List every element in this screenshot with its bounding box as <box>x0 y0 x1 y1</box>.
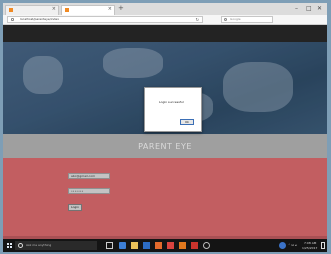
minimize-icon[interactable]: – <box>295 4 298 13</box>
site-info-icon[interactable] <box>11 18 14 21</box>
close-window-icon[interactable]: ✕ <box>317 4 322 13</box>
store-icon[interactable] <box>143 242 150 249</box>
clock-date[interactable]: 1/25/2017 <box>302 246 317 250</box>
close-tab-icon[interactable]: × <box>52 6 56 13</box>
task-view-icon[interactable] <box>106 242 113 249</box>
taskbar-search[interactable]: Ask me anything <box>15 241 97 250</box>
cortana-icon <box>18 243 23 248</box>
app-icon-red[interactable] <box>167 242 174 249</box>
search-icon <box>224 18 227 21</box>
browser-tab-2[interactable]: × <box>61 5 115 15</box>
edge-icon[interactable] <box>119 242 126 249</box>
tray-icons[interactable]: ⌃ ⊡ ◂ <box>288 243 296 247</box>
maximize-icon[interactable]: □ <box>306 4 312 13</box>
tab-favicon-icon <box>65 8 69 12</box>
app-icon-darkred[interactable] <box>191 242 198 249</box>
start-button-icon[interactable] <box>7 243 12 248</box>
close-tab-icon[interactable]: × <box>108 6 112 13</box>
reload-icon[interactable]: ↻ <box>196 17 199 22</box>
app-icon-orange[interactable] <box>179 242 186 249</box>
search-bar[interactable]: Google <box>221 16 273 23</box>
file-explorer-icon[interactable] <box>131 242 138 249</box>
address-bar[interactable]: localhost/parenteye/index ↻ <box>7 16 203 23</box>
toolbar-icons <box>277 17 325 32</box>
browser-tab-1[interactable]: × <box>5 5 59 15</box>
tab-strip: × × + – □ ✕ <box>3 3 327 15</box>
browser-toolbar: localhost/parenteye/index ↻ Google <box>3 15 327 32</box>
firefox-icon[interactable] <box>155 242 162 249</box>
taskbar-search-placeholder: Ask me anything <box>26 243 52 247</box>
url-text: localhost/parenteye/index <box>20 17 59 21</box>
search-placeholder: Google <box>230 17 241 21</box>
alert-dialog: Login successful Ok <box>144 87 202 132</box>
ok-button[interactable]: Ok <box>180 119 194 125</box>
chrome-icon[interactable] <box>203 242 210 249</box>
modal-overlay <box>3 25 327 239</box>
dialog-message: Login successful <box>159 100 184 104</box>
tab-favicon-icon <box>9 8 13 12</box>
browser-window: × × + – □ ✕ localhost/parenteye/index ↻ … <box>3 3 327 252</box>
clock-time[interactable]: 7:08 AM <box>304 241 316 245</box>
notifications-icon[interactable] <box>321 242 325 249</box>
new-tab-icon[interactable]: + <box>118 4 124 13</box>
windows-taskbar: Ask me anything ⌃ ⊡ ◂ 7:08 AM 1/25/2017 <box>3 239 327 252</box>
tray-app-icon[interactable] <box>279 242 286 249</box>
